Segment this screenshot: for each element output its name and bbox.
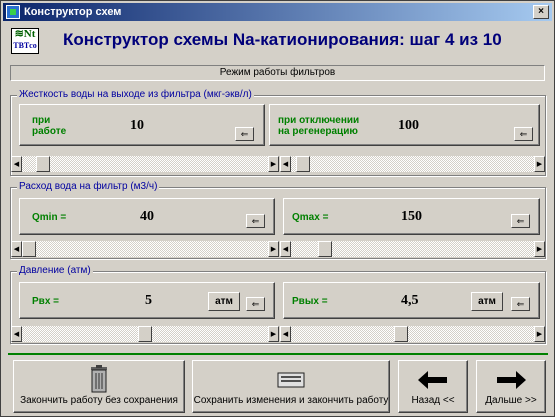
scroll-right-icon[interactable]: ▶ [534,241,545,257]
scroll-left-icon[interactable]: ◀ [11,241,22,257]
scroll-left-icon[interactable]: ◀ [11,326,22,342]
pressure-out-arrow-button[interactable]: ⇐ [511,297,530,311]
exit-without-saving-button[interactable]: Закончить работу без сохранения [13,360,185,413]
slider-thumb[interactable] [318,241,333,257]
logo: ≋Nt ТВТco [11,28,39,54]
pressure-out-label: Рвых = [292,296,328,307]
pressure-out-unit-button[interactable]: атм [471,292,503,311]
panel-flow-min: Qmin = 40 ⇐ [19,198,275,235]
panel-pressure-in: Рвх = 5 атм ⇐ [19,282,275,319]
hardness-work-label-2: работе [32,126,67,137]
pressure-out-value[interactable]: 4,5 [401,293,419,309]
pressure-out-slider[interactable]: ◀ ▶ [280,326,545,342]
pressure-in-arrow-button[interactable]: ⇐ [246,297,265,311]
flow-min-slider[interactable]: ◀ ▶ [11,241,279,257]
pressure-in-value[interactable]: 5 [145,293,152,309]
flow-min-arrow-button[interactable]: ⇐ [246,214,265,228]
hardness-work-value[interactable]: 10 [130,118,144,134]
pressure-in-slider[interactable]: ◀ ▶ [11,326,279,342]
hardness-regen-slider[interactable]: ◀ ▶ [280,156,545,172]
back-button[interactable]: Назад << [398,360,468,413]
section-header: Режим работы фильтров [10,65,545,81]
arrow-left-icon [418,371,447,389]
scroll-left-icon[interactable]: ◀ [280,241,291,257]
hardness-regen-value[interactable]: 100 [398,118,419,134]
slider-thumb[interactable] [394,326,409,342]
group-pressure-label: Давление (атм) [17,265,93,276]
app-icon [6,5,20,19]
slider-thumb[interactable] [295,156,310,172]
group-flow: Расход вода на фильтр (м3/ч) Qmin = 40 ⇐… [10,181,546,259]
panel-hardness-regen: при отключении на регенерацию 100 ⇐ [269,104,540,146]
flow-max-label: Qmax = [292,212,329,223]
scroll-right-icon[interactable]: ▶ [268,241,279,257]
save-and-exit-button[interactable]: Сохранить изменения и закончить работу [192,360,390,413]
flow-max-slider[interactable]: ◀ ▶ [280,241,545,257]
scroll-right-icon[interactable]: ▶ [268,326,279,342]
title-bar: Конструктор схем × [3,3,552,21]
back-label: Назад << [411,395,455,406]
slider-thumb[interactable] [138,326,152,342]
exit-without-saving-label: Закончить работу без сохранения [20,395,178,406]
arrow-right-icon [497,371,526,389]
slider-thumb[interactable] [22,241,36,257]
pressure-in-label: Рвх = [32,296,59,307]
panel-pressure-out: Рвых = 4,5 атм ⇐ [283,282,540,319]
slider-thumb[interactable] [35,156,50,172]
hardness-regen-label-2: на регенерацию [278,126,358,137]
group-pressure: Давление (атм) Рвх = 5 атм ⇐ Рвых = 4,5 … [10,265,546,344]
flow-min-label: Qmin = [32,212,67,223]
pressure-in-unit-button[interactable]: атм [208,292,240,311]
next-label: Дальше >> [485,395,537,406]
hardness-work-arrow-button[interactable]: ⇐ [235,127,254,141]
hardness-work-label-1: при [32,115,51,126]
app-window: Конструктор схем × ≋Nt ТВТco Конструктор… [0,0,555,417]
page-title: Конструктор схемы Na-катионирования: шаг… [63,30,502,49]
scroll-left-icon[interactable]: ◀ [280,326,291,342]
save-and-exit-label: Сохранить изменения и закончить работу [193,395,389,406]
group-flow-label: Расход вода на фильтр (м3/ч) [17,181,160,192]
scroll-left-icon[interactable]: ◀ [11,156,22,172]
hardness-regen-label-1: при отключении [278,115,360,126]
hardness-work-slider[interactable]: ◀ ▶ [11,156,279,172]
panel-flow-max: Qmax = 150 ⇐ [283,198,540,235]
scroll-right-icon[interactable]: ▶ [534,326,545,342]
scroll-left-icon[interactable]: ◀ [280,156,291,172]
scroll-right-icon[interactable]: ▶ [534,156,545,172]
flow-max-value[interactable]: 150 [401,209,422,225]
next-button[interactable]: Дальше >> [476,360,546,413]
keyboard-icon [277,372,305,388]
logo-bottom-text: ТВТco [13,41,37,50]
panel-hardness-work: при работе 10 ⇐ [19,104,265,146]
flow-max-arrow-button[interactable]: ⇐ [511,214,530,228]
flow-min-value[interactable]: 40 [140,209,154,225]
hardness-regen-arrow-button[interactable]: ⇐ [514,127,533,141]
close-button[interactable]: × [533,5,549,19]
logo-top-text: ≋Nt [14,28,36,40]
scroll-right-icon[interactable]: ▶ [268,156,279,172]
group-hardness-label: Жесткость воды на выходе из фильтра (мкг… [17,89,254,100]
trash-can-icon [91,365,107,393]
group-hardness: Жесткость воды на выходе из фильтра (мкг… [10,89,546,176]
window-title: Конструктор схем [24,6,122,18]
separator-line [8,353,548,355]
